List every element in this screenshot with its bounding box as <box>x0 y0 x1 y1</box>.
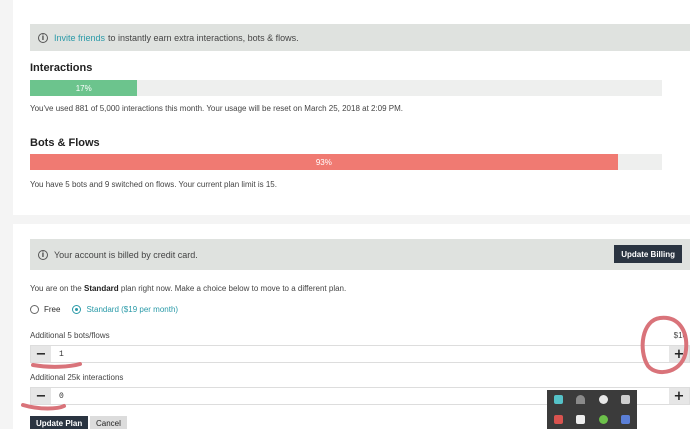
cancel-button[interactable]: Cancel <box>90 416 127 429</box>
bots-caption: You have 5 bots and 9 switched on flows.… <box>30 180 277 189</box>
interactions-title: Interactions <box>30 62 93 74</box>
radio-checked-icon[interactable] <box>72 305 82 314</box>
plan-option-standard[interactable]: Standard ($19 per month) <box>72 305 178 314</box>
bots-addon-price: $10 <box>673 331 687 340</box>
info-icon: i <box>38 32 48 43</box>
lock-icon[interactable] <box>576 414 586 424</box>
update-plan-button[interactable]: Update Plan <box>30 416 89 429</box>
plan-text-suffix: plan right now. Make a choice below to m… <box>120 284 347 293</box>
interactions-addon-label: Additional 25k interactions <box>30 373 124 382</box>
bots-decrement-button[interactable]: − <box>31 346 51 362</box>
bots-addon-label: Additional 5 bots/flows <box>30 331 110 340</box>
interactions-increment-button[interactable]: + <box>669 388 689 404</box>
interactions-progress: 17% <box>30 80 662 96</box>
tray-app-icon[interactable] <box>621 414 631 424</box>
interactions-progress-fill: 17% <box>30 80 138 96</box>
plan-description: You are on the Standard plan right now. … <box>30 284 346 293</box>
tray-app-icon[interactable] <box>553 414 563 424</box>
current-plan-name: Standard <box>83 284 119 293</box>
system-tray-popup <box>547 390 637 429</box>
cloud-icon[interactable] <box>576 395 586 405</box>
plan-text-prefix: You are on the <box>30 284 82 293</box>
interactions-caption: You've used 881 of 5,000 interactions th… <box>30 104 404 113</box>
bots-increment-button[interactable]: + <box>669 346 689 362</box>
info-icon: i <box>38 249 48 260</box>
interactions-decrement-button[interactable]: − <box>31 388 51 404</box>
tray-app-icon[interactable] <box>553 395 563 405</box>
interactions-percent: 17% <box>75 83 92 93</box>
update-billing-button[interactable]: Update Billing <box>614 245 682 263</box>
tray-app-icon[interactable] <box>598 414 608 424</box>
bots-progress: 93% <box>30 154 662 170</box>
invite-notice-text: to instantly earn extra interactions, bo… <box>108 32 299 43</box>
bots-flows-title: Bots & Flows <box>30 137 100 149</box>
invite-notice: i Invite friends to instantly earn extra… <box>30 24 690 51</box>
usage-card: i Invite friends to instantly earn extra… <box>13 0 690 215</box>
plan-option-standard-label: Standard ($19 per month) <box>86 305 179 314</box>
plan-option-free-label: Free <box>44 305 61 314</box>
tray-app-icon[interactable] <box>621 395 631 405</box>
plan-option-free[interactable]: Free <box>30 305 60 314</box>
bots-progress-fill: 93% <box>30 154 618 170</box>
radio-icon[interactable] <box>30 305 39 314</box>
billing-notice-text: Your account is billed by credit card. <box>54 249 198 260</box>
shield-icon[interactable] <box>598 395 608 405</box>
invite-friends-link[interactable]: Invite friends <box>54 33 105 43</box>
bots-percent: 93% <box>315 157 332 167</box>
plan-options: Free Standard ($19 per month) <box>30 305 190 314</box>
bots-addon-stepper: − 1 + <box>30 345 690 363</box>
bots-addon-input[interactable]: 1 <box>51 350 669 359</box>
billing-notice: i Your account is billed by credit card.… <box>30 239 690 270</box>
